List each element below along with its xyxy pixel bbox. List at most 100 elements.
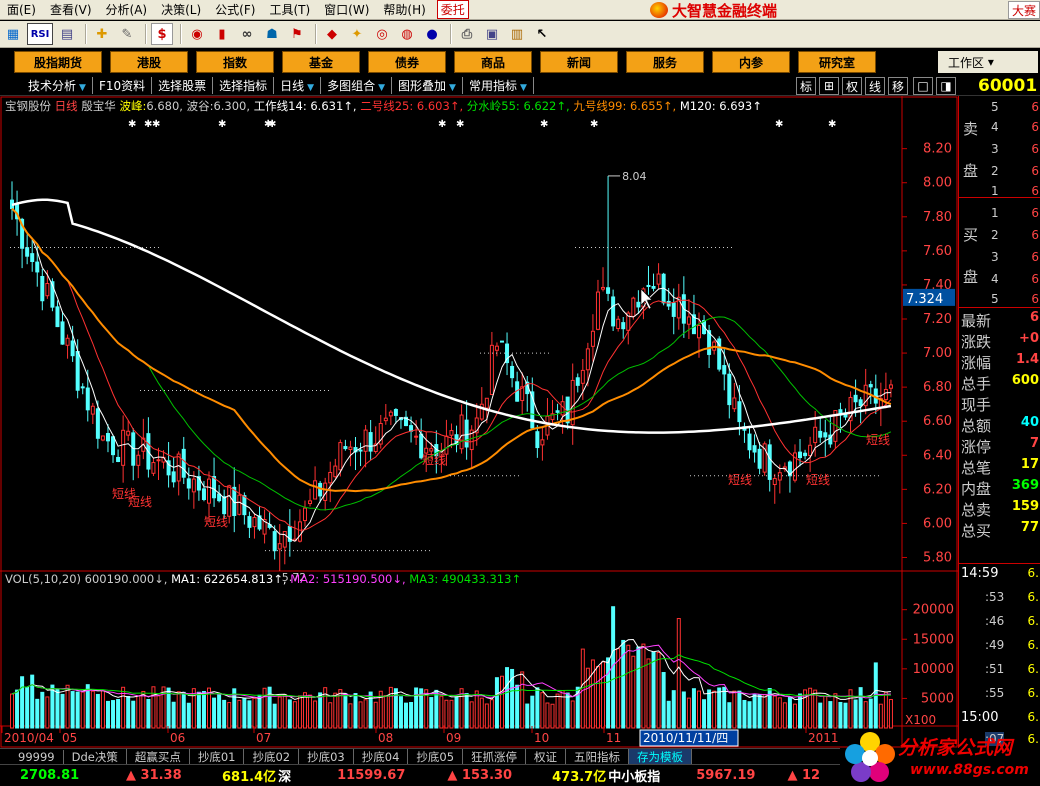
volume-bar (373, 701, 378, 729)
books-icon[interactable]: ▥ (506, 23, 528, 45)
formula-tab[interactable]: 抄底05 (408, 748, 464, 765)
formula-tab[interactable]: 抄底04 (354, 748, 409, 765)
candle-body (60, 321, 65, 345)
volume-bar (494, 677, 499, 729)
dropdown-arrow-icon: ▼ (449, 83, 456, 93)
nav-bond[interactable]: 债券 (368, 51, 446, 73)
list-icon[interactable]: ▤ (56, 23, 78, 45)
nav-index[interactable]: 指数 (196, 51, 274, 73)
workspace-button[interactable]: 工作区 ▾ (938, 51, 1038, 73)
glasses-icon[interactable]: ◉ (186, 23, 208, 45)
crosshair-icon[interactable]: ✚ (91, 23, 113, 45)
nav-news[interactable]: 新闻 (540, 51, 618, 73)
nav-fund[interactable]: 基金 (282, 51, 360, 73)
formula-tab[interactable]: 五阳指标 (566, 748, 630, 765)
nav-research[interactable]: 研究室 (798, 51, 876, 73)
volume-bar (722, 686, 727, 729)
formula-tab-save-template[interactable]: 存为模板 (629, 748, 693, 765)
volume-bar (878, 703, 883, 729)
window-icon[interactable]: ▣ (481, 23, 503, 45)
formula-tab[interactable]: 狂抓涨停 (463, 748, 527, 765)
ruler-icon[interactable]: ✎ (116, 23, 138, 45)
candle-body (540, 439, 545, 446)
tab-daily[interactable]: 日线 ▼ (274, 77, 322, 94)
menu-item-decision[interactable]: 决策(L) (154, 1, 208, 18)
bofeng-value: 6.680, (146, 99, 183, 113)
target-icon[interactable]: ◎ (371, 23, 393, 45)
price-axis-label: 6.20 (923, 482, 952, 497)
nav-commodity[interactable]: 商品 (454, 51, 532, 73)
move-button[interactable]: 移 (888, 77, 908, 95)
price-axis-label: 8.00 (923, 176, 952, 191)
line-button[interactable]: 线 (865, 77, 885, 95)
chart-bars-icon[interactable]: ▮ (211, 23, 233, 45)
volume-bar (792, 703, 797, 729)
grid-icon[interactable]: ▦ (2, 23, 24, 45)
stat-value: +0 (1019, 331, 1039, 346)
rsi-button[interactable]: RSI (27, 23, 53, 45)
formula-tab[interactable]: 超赢买点 (127, 748, 190, 765)
candle-body (808, 444, 813, 457)
star-icon[interactable]: ✦ (346, 23, 368, 45)
formula-tab[interactable]: 抄底03 (299, 748, 354, 765)
volume-bar (75, 691, 80, 729)
volume-bar (116, 699, 121, 729)
help-pointer-icon[interactable]: ↖ (531, 23, 553, 45)
bofeng-label: 波峰: (119, 99, 147, 113)
candle-body (393, 409, 398, 416)
toolbar-divider (450, 24, 452, 44)
nav-hk-stocks[interactable]: 港股 (110, 51, 188, 73)
tab-select-indicator[interactable]: 选择指标 (213, 77, 275, 94)
tab-f10[interactable]: F10资料 (93, 77, 153, 94)
candle-body (752, 445, 757, 453)
layout-grid-icon[interactable]: ⊞ (819, 77, 839, 95)
volume-bar (474, 690, 479, 729)
nav-insider[interactable]: 内参 (712, 51, 790, 73)
sell-level: 1 (991, 184, 999, 198)
tick-list[interactable]: 14:59 6. :53 6. :46 6. :49 6. :51 6. :55… (959, 564, 1040, 748)
tab-common-indicators[interactable]: 常用指标 ▼ (463, 77, 534, 94)
menu-item-analysis[interactable]: 分析(A) (99, 1, 155, 18)
menu-item-help[interactable]: 帮助(H) (376, 1, 432, 18)
formula-tab[interactable]: 抄底02 (244, 748, 300, 765)
menu-item-view[interactable]: 面(E) (0, 1, 43, 18)
nav-stock-futures[interactable]: 股指期货 (14, 51, 102, 73)
disk-icon[interactable]: ● (421, 23, 443, 45)
formula-tab[interactable]: 99999 (10, 749, 64, 764)
menu-item-tools[interactable]: 工具(T) (262, 1, 317, 18)
formula-tab[interactable]: 抄底01 (190, 748, 245, 765)
diamond-icon[interactable]: ◆ (321, 23, 343, 45)
tick-time: :51 (985, 662, 1005, 676)
menu-item-look[interactable]: 查看(V) (43, 1, 99, 18)
dial-icon[interactable]: ◍ (396, 23, 418, 45)
volume-bar (186, 702, 191, 729)
chart-canvas[interactable]: 8.208.007.807.607.407.207.006.806.606.40… (0, 96, 958, 748)
kline-chart[interactable]: 8.20 8.00 7.80 7.60 7.40 7.20 7.00 6.80 6.60 6.40… (0, 96, 958, 748)
formula-tab[interactable]: Dde决策 (64, 748, 127, 765)
people-icon[interactable]: ☗ (261, 23, 283, 45)
formula-tab[interactable]: 权证 (526, 748, 567, 765)
dollar-icon[interactable]: $ (151, 23, 173, 45)
binoculars-icon[interactable]: ∞ (236, 23, 258, 45)
candle-body (368, 432, 373, 452)
tab-multi-chart[interactable]: 多图组合 ▼ (321, 77, 393, 94)
tab-overlay[interactable]: 图形叠加 ▼ (392, 77, 463, 94)
menu-item-window[interactable]: 窗口(W) (317, 1, 376, 18)
adjust-rights-button[interactable]: 权 (842, 77, 862, 95)
contest-button[interactable]: 大赛 (1007, 1, 1040, 19)
mark-button[interactable]: 标 (796, 77, 816, 95)
price-axis-label: 6.60 (923, 414, 952, 429)
flag-icon[interactable]: ⚑ (286, 23, 308, 45)
restore-icon[interactable]: □ (913, 77, 933, 95)
volume-bar (888, 698, 893, 729)
menu-item-formula[interactable]: 公式(F) (208, 1, 262, 18)
tab-select-stock[interactable]: 选择股票 (152, 77, 214, 94)
sell-price: 6 (1031, 120, 1039, 134)
nav-service[interactable]: 服务 (626, 51, 704, 73)
panel-toggle-icon[interactable]: ◨ (936, 77, 956, 95)
tab-technical-analysis[interactable]: 技术分析 ▼ (22, 77, 93, 94)
weituo-button[interactable]: 委托 (436, 0, 469, 19)
printer-icon[interactable]: ⎙ (456, 23, 478, 45)
volume-bar (292, 701, 297, 729)
sell-label-2: 盘 (963, 162, 979, 180)
